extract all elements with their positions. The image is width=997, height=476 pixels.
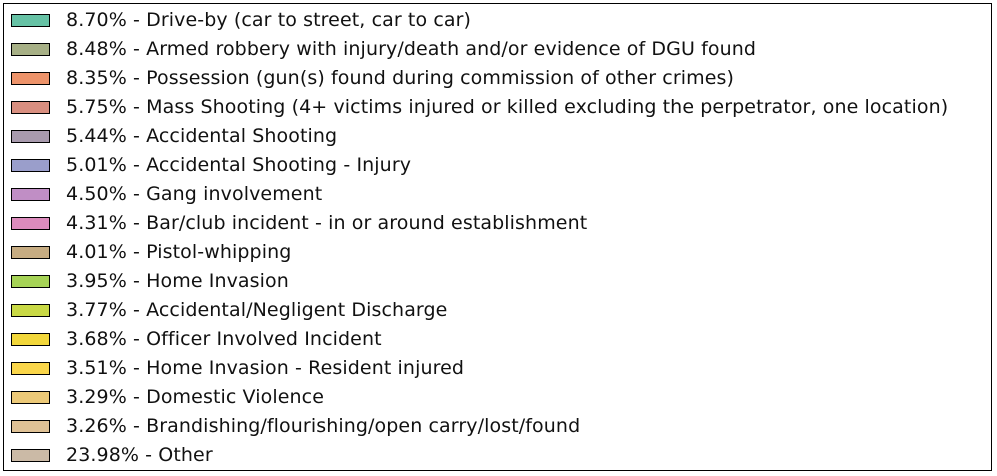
legend-swatch: [11, 101, 50, 114]
legend-swatch: [11, 130, 50, 143]
legend-label: 4.31% - Bar/club incident - in or around…: [66, 212, 588, 234]
legend-label: 5.75% - Mass Shooting (4+ victims injure…: [66, 96, 949, 118]
legend-label: 5.44% - Accidental Shooting: [66, 125, 338, 147]
legend-label: 3.77% - Accidental/Negligent Discharge: [66, 299, 448, 321]
legend-swatch: [11, 333, 50, 346]
legend-label: 4.50% - Gang involvement: [66, 183, 323, 205]
legend-swatch: [11, 391, 50, 404]
legend-swatch: [11, 159, 50, 172]
legend-label: 3.26% - Brandishing/flourishing/open car…: [66, 415, 581, 437]
legend-label: 8.48% - Armed robbery with injury/death …: [66, 38, 757, 60]
legend-swatch: [11, 43, 50, 56]
legend-swatch: [11, 188, 50, 201]
legend-label: 8.70% - Drive-by (car to street, car to …: [66, 9, 472, 31]
legend-swatch: [11, 217, 50, 230]
legend-swatch: [11, 449, 50, 462]
chart-legend: 8.70% - Drive-by (car to street, car to …: [3, 3, 992, 471]
legend-swatch: [11, 14, 50, 27]
legend-label: 3.68% - Officer Involved Incident: [66, 328, 382, 350]
legend-swatch: [11, 275, 50, 288]
legend-swatch: [11, 362, 50, 375]
legend-label: 8.35% - Possession (gun(s) found during …: [66, 67, 735, 89]
legend-swatch: [11, 420, 50, 433]
legend-swatch: [11, 72, 50, 85]
legend-label: 3.95% - Home Invasion: [66, 270, 289, 292]
legend-swatch: [11, 304, 50, 317]
legend-label: 3.29% - Domestic Violence: [66, 386, 324, 408]
legend-label: 23.98% - Other: [66, 444, 213, 466]
legend-label: 5.01% - Accidental Shooting - Injury: [66, 154, 412, 176]
legend-label: 3.51% - Home Invasion - Resident injured: [66, 357, 465, 379]
legend-label: 4.01% - Pistol-whipping: [66, 241, 292, 263]
legend-swatch: [11, 246, 50, 259]
